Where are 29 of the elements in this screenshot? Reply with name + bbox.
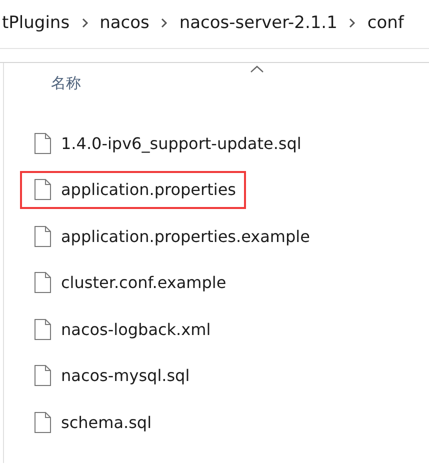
chevron-icon[interactable] [348,18,356,28]
file-item[interactable]: nacos-logback.xml [20,310,221,348]
file-name: application.properties.example [61,226,310,246]
breadcrumb-item[interactable]: nacos-server-2.1.1 [177,13,340,33]
file-item[interactable]: nacos-mysql.sql [20,356,200,395]
file-name: 1.4.0-ipv6_support-update.sql [61,134,302,153]
file-name: application.properties [61,180,236,200]
chevron-icon[interactable] [80,18,89,28]
file-name: nacos-mysql.sql [61,366,190,386]
file-icon [34,365,51,386]
breadcrumb-item[interactable]: tPlugins [0,13,72,33]
file-icon [34,226,51,247]
file-name: cluster.conf.example [61,273,226,292]
file-item[interactable]: application.properties [20,170,246,209]
column-header[interactable]: 名称 [51,63,81,108]
file-name: schema.sql [61,412,152,432]
file-item[interactable]: cluster.conf.example [20,264,236,302]
breadcrumb-item[interactable]: conf [365,13,406,33]
chevron-icon[interactable] [160,18,168,28]
file-icon [34,272,51,294]
file-item[interactable]: application.properties.example [20,217,320,256]
file-name: nacos-logback.xml [61,320,211,339]
file-icon [34,318,51,340]
breadcrumb-item[interactable]: nacos [98,13,152,33]
file-item[interactable]: 1.4.0-ipv6_support-update.sql [20,124,312,162]
file-item[interactable]: schema.sql [20,403,162,442]
file-icon [34,412,51,433]
file-icon [34,132,51,154]
file-icon [34,179,51,200]
